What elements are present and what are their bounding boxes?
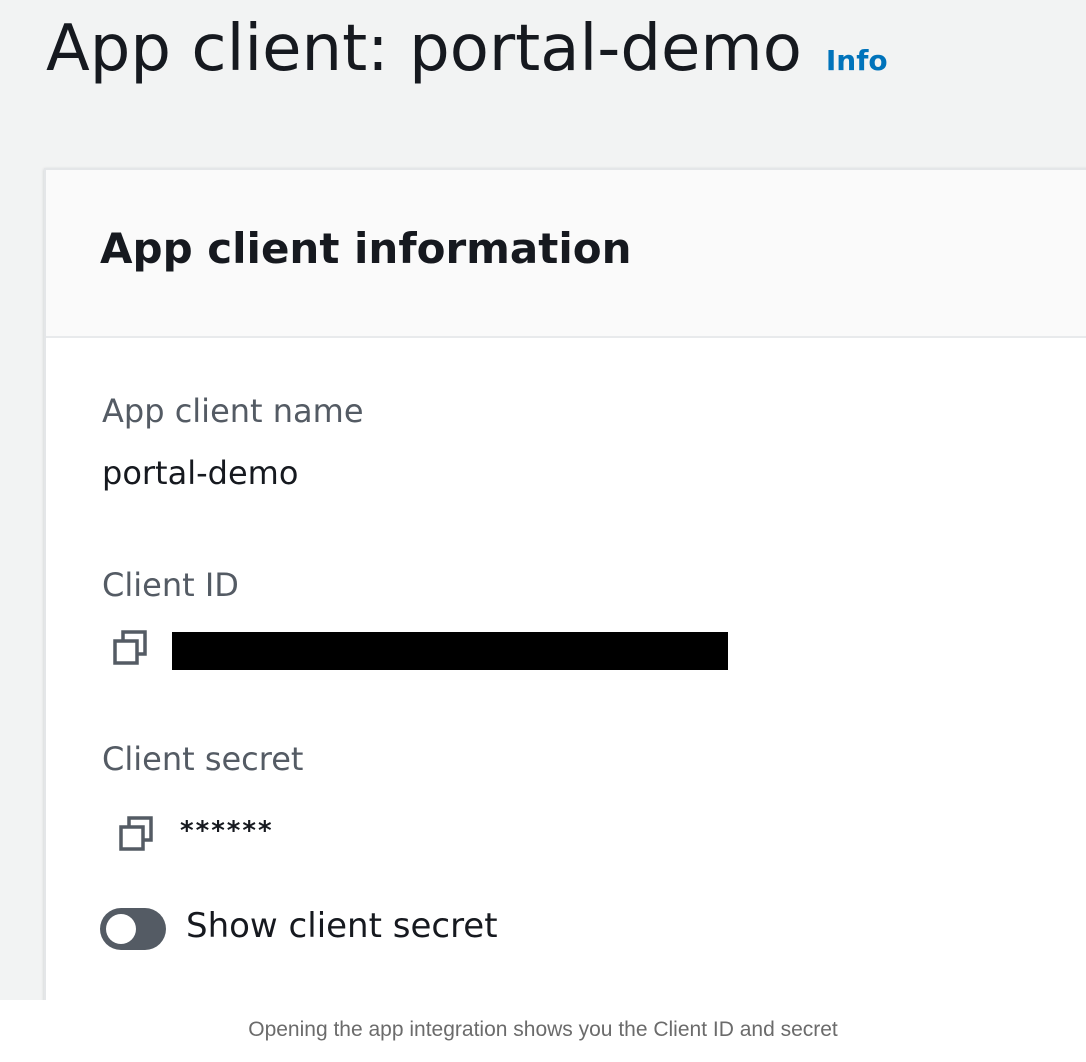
app-client-screenshot: App client: portal-demo Info App client … (0, 0, 1086, 1000)
page-header: App client: portal-demo Info (46, 12, 888, 86)
panel-header: App client information (46, 170, 1086, 338)
show-client-secret-label[interactable]: Show client secret (186, 906, 498, 946)
client-secret-value: ****** (180, 816, 274, 846)
show-client-secret-toggle[interactable] (100, 908, 166, 950)
app-client-name-value: portal-demo (102, 454, 299, 492)
copy-icon[interactable] (116, 814, 156, 854)
page-title: App client: portal-demo (46, 12, 802, 86)
app-client-name-label: App client name (102, 392, 364, 430)
image-caption: Opening the app integration shows you th… (248, 1018, 838, 1041)
panel-title: App client information (100, 224, 632, 273)
app-client-info-panel: App client information App client name p… (44, 168, 1086, 1000)
copy-icon[interactable] (110, 628, 150, 668)
client-id-redacted (172, 632, 728, 670)
info-link[interactable]: Info (826, 44, 888, 77)
client-secret-label: Client secret (102, 740, 304, 778)
client-id-label: Client ID (102, 566, 239, 604)
toggle-knob (106, 914, 136, 944)
